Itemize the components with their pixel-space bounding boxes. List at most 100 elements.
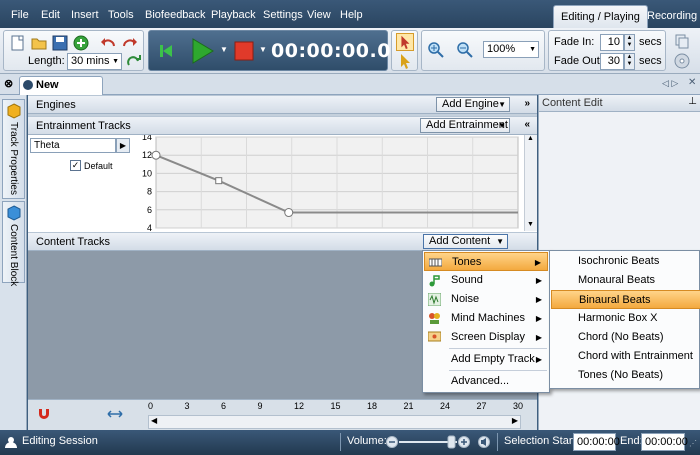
chart-y-tick-label: 8 xyxy=(147,187,152,197)
add-content-button[interactable]: Add Content ▼ xyxy=(423,234,508,249)
tab-content-block[interactable]: Content Block xyxy=(2,201,25,286)
tab-recording[interactable]: Recording xyxy=(640,5,700,28)
record-dropdown-icon[interactable]: ▼ xyxy=(259,45,267,54)
document-tab-strip: ⊗ New Session* ◁ ▷ ✕ xyxy=(0,74,700,108)
select-pointer-icon[interactable] xyxy=(396,33,414,51)
length-select[interactable]: 30 mins ▼ xyxy=(67,53,122,70)
fade-in-input[interactable]: 10 xyxy=(600,34,624,51)
scroll-right-icon[interactable]: ▶ xyxy=(512,416,518,425)
close-icon[interactable]: ⊗ xyxy=(4,77,13,90)
status-text: Editing Session xyxy=(22,435,98,447)
submenu-arrow-icon: ▶ xyxy=(535,355,542,364)
volume-slider[interactable] xyxy=(385,435,495,449)
submenu-arrow-icon: ▶ xyxy=(535,333,542,342)
menu-item-sound[interactable]: Sound ▶ xyxy=(424,271,548,290)
menu-file[interactable]: File xyxy=(11,9,29,21)
zoom-out-icon[interactable] xyxy=(456,41,474,59)
length-label: Length: xyxy=(28,55,65,67)
copy-icon[interactable] xyxy=(673,32,691,50)
default-label: Default xyxy=(84,161,113,171)
submenu-monaural-beats[interactable]: Monaural Beats xyxy=(551,271,700,290)
ruler-tick-label: 27 xyxy=(476,401,487,411)
menu-item-noise[interactable]: Noise ▶ xyxy=(424,290,548,309)
menu-insert[interactable]: Insert xyxy=(71,9,99,21)
chart-point[interactable] xyxy=(151,150,161,160)
chart-point[interactable] xyxy=(284,208,294,218)
submenu-tones-no-beats[interactable]: Tones (No Beats) xyxy=(551,366,700,385)
play-dropdown-icon[interactable]: ▼ xyxy=(220,45,228,54)
menu-help[interactable]: Help xyxy=(340,9,363,21)
default-checkbox[interactable]: ✓ xyxy=(70,160,81,171)
chart-point[interactable] xyxy=(215,177,223,185)
fade-out-input[interactable]: 30 xyxy=(600,53,624,70)
draw-pointer-icon[interactable] xyxy=(396,52,414,70)
fade-out-spinner[interactable]: ▲ ▼ xyxy=(624,53,635,70)
timeline-ruler[interactable]: 0 3 6 9 12 15 18 21 24 27 30 xyxy=(148,400,524,414)
track-menu-button[interactable]: ▶ xyxy=(116,138,130,153)
ruler-tick-label: 21 xyxy=(403,401,414,411)
add-engine-button[interactable]: Add Engine ▼ xyxy=(436,97,510,112)
redo-icon[interactable] xyxy=(121,34,139,52)
submenu-chord-no-beats[interactable]: Chord (No Beats) xyxy=(551,328,700,347)
menu-playback[interactable]: Playback xyxy=(211,9,256,21)
open-folder-icon[interactable] xyxy=(30,34,48,52)
entrainment-chart[interactable]: 14 12 10 8 6 4 xyxy=(132,135,522,231)
resize-grip-icon[interactable]: ⋰ xyxy=(689,439,697,448)
stop-record-icon[interactable] xyxy=(233,40,255,62)
timeline-scrollbar[interactable]: ◀ ▶ xyxy=(148,415,521,429)
ruler-tick-label: 30 xyxy=(513,401,524,411)
menu-biofeedback[interactable]: Biofeedback xyxy=(145,9,206,21)
menu-item-tones[interactable]: Tones ▶ xyxy=(424,252,548,271)
chevron-down-icon: ▼ xyxy=(112,58,119,65)
menu-item-add-empty-track[interactable]: Add Empty Track ▶ xyxy=(424,350,548,369)
submenu-harmonic-box-x[interactable]: Harmonic Box X xyxy=(551,309,700,328)
zoom-group: 100% ▼ xyxy=(421,30,545,71)
fade-out-secs: secs xyxy=(639,55,662,67)
loop-icon[interactable] xyxy=(125,53,143,71)
submenu-arrow-icon: ▶ xyxy=(535,295,542,304)
menu-view[interactable]: View xyxy=(307,9,331,21)
disc-icon[interactable] xyxy=(673,52,691,70)
undo-icon[interactable] xyxy=(99,34,117,52)
scroll-up-icon[interactable]: ▲ xyxy=(527,135,534,142)
tab-editing-playing[interactable]: Editing / Playing xyxy=(553,5,648,28)
zoom-in-icon[interactable] xyxy=(427,41,445,59)
scroll-left-icon[interactable]: ◀ xyxy=(151,416,157,425)
fit-width-icon[interactable] xyxy=(106,406,124,422)
submenu-isochronic-beats[interactable]: Isochronic Beats xyxy=(551,252,700,271)
menu-item-mind-machines[interactable]: Mind Machines ▶ xyxy=(424,309,548,328)
tones-submenu: Isochronic Beats Monaural Beats Binaural… xyxy=(549,250,700,389)
expand-icon[interactable]: » xyxy=(524,98,530,109)
file-toolbar-group: Length: 30 mins ▼ xyxy=(3,30,144,71)
menu-edit[interactable]: Edit xyxy=(41,9,60,21)
entrainment-title: Entrainment Tracks xyxy=(36,120,131,132)
rewind-icon[interactable] xyxy=(157,42,175,60)
save-icon[interactable] xyxy=(51,34,69,52)
submenu-binaural-beats[interactable]: Binaural Beats xyxy=(551,290,700,309)
tab-new-session[interactable]: New Session* xyxy=(19,76,103,108)
tab-scroll-icon[interactable]: ◁ ▷ xyxy=(662,78,678,89)
menu-tools[interactable]: Tools xyxy=(108,9,134,21)
selection-start-label: Selection Start: xyxy=(504,435,579,447)
magnet-icon[interactable] xyxy=(36,406,52,422)
zoom-select[interactable]: 100% ▼ xyxy=(483,41,539,58)
chart-scrollbar[interactable]: ▲ ▼ xyxy=(524,135,537,231)
add-entrainment-button[interactable]: Add Entrainment ▼ xyxy=(420,118,510,133)
scroll-down-icon[interactable]: ▼ xyxy=(527,221,534,228)
tab-track-properties[interactable]: Track Properties xyxy=(2,99,25,199)
play-icon[interactable] xyxy=(189,37,215,65)
menu-item-screen-display[interactable]: Screen Display ▶ xyxy=(424,328,548,347)
fade-in-spinner[interactable]: ▲ ▼ xyxy=(624,34,635,51)
menu-settings[interactable]: Settings xyxy=(263,9,303,21)
menu-item-advanced[interactable]: Advanced... xyxy=(424,372,548,391)
end-input[interactable]: 00:00:00 xyxy=(641,433,688,451)
collapse-icon[interactable]: « xyxy=(524,119,530,130)
track-name-input[interactable]: Theta xyxy=(30,138,116,153)
add-icon[interactable] xyxy=(72,34,90,52)
new-file-icon[interactable] xyxy=(9,34,27,52)
pin-icon[interactable]: ⊥ xyxy=(688,96,697,107)
close-icon[interactable]: ✕ xyxy=(688,77,696,88)
submenu-chord-with-entrainment[interactable]: Chord with Entrainment xyxy=(551,347,700,366)
selection-start-input[interactable]: 00:00:00 xyxy=(573,433,620,451)
add-entrainment-label: Add Entrainment xyxy=(426,119,508,131)
